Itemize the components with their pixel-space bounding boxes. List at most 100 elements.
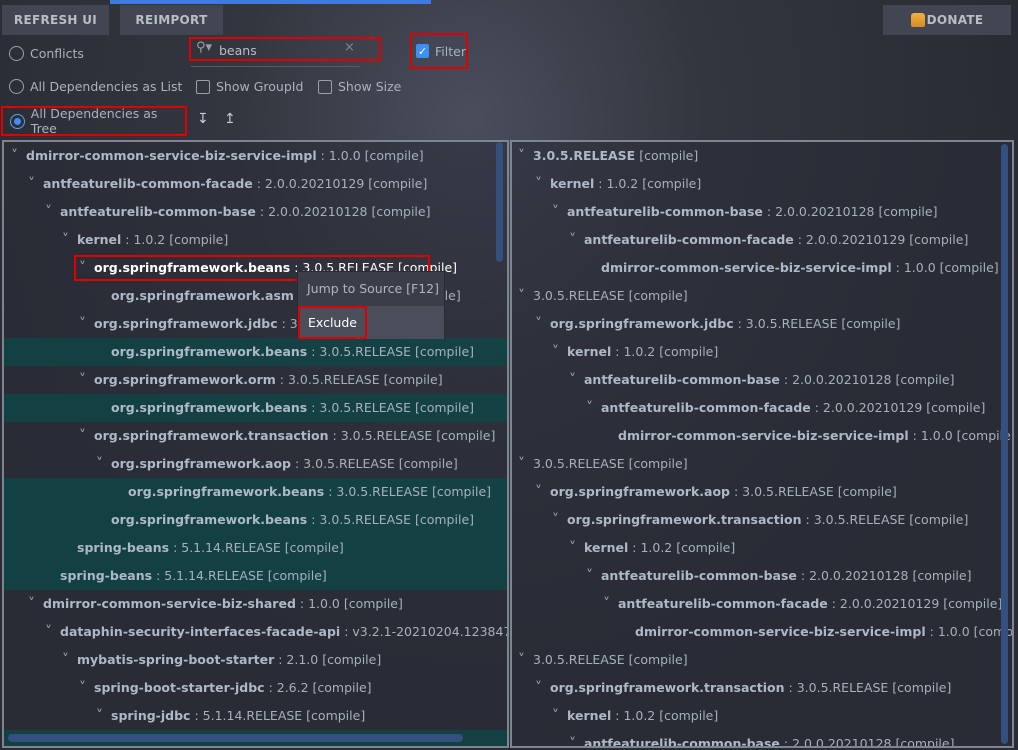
donate-button[interactable]: DONATE xyxy=(883,5,1011,35)
tree-row[interactable]: ˅ 3.0.5.RELEASE [compile] xyxy=(512,142,1012,170)
chevron-down-icon[interactable]: ˅ xyxy=(569,730,576,746)
chevron-down-icon[interactable]: ˅ xyxy=(79,310,86,338)
tree-row[interactable]: ˅ org.springframework.transaction : 3.0.5… xyxy=(512,506,1012,534)
tree-row[interactable]: dmirror-common-service-biz-service-impl … xyxy=(512,618,1012,646)
chevron-down-icon[interactable]: ˅ xyxy=(586,394,593,422)
tree-row[interactable]: ˅ kernel : 1.0.2 [compile] xyxy=(4,226,507,254)
tree-row[interactable]: ˅ org.springframework.orm : 3.0.5.RELEASE… xyxy=(4,366,507,394)
collapse-all-icon[interactable]: ↥ xyxy=(224,111,236,127)
reverse-tree-panel[interactable]: ˅ antfeaturelib-common-base : 2.0.0.20210… xyxy=(510,140,1014,748)
tree-row[interactable]: ˅ kernel : 1.0.2 [compile] xyxy=(512,534,1012,562)
artifact-version: : 1.0.2 [compile] xyxy=(125,232,229,247)
chevron-down-icon[interactable]: ˅ xyxy=(96,450,103,478)
tree-row[interactable]: org.springframework.beans : 3.0.5.RELEAS… xyxy=(4,338,507,366)
tree-row[interactable]: org.springframework.beans : 3.0.5.RELEAS… xyxy=(4,478,507,506)
tree-row[interactable]: ˅ dmirror-common-service-biz-shared : 1.0… xyxy=(4,590,507,618)
expand-all-icon[interactable]: ↧ xyxy=(197,111,209,127)
tree-row[interactable]: ˅ org.springframework.transaction : 3.0.5… xyxy=(4,422,507,450)
tree-row[interactable]: ˅ antfeaturelib-common-base : 2.0.0.20210… xyxy=(512,730,1012,746)
tree-row[interactable]: ˅ antfeaturelib-common-facade : 2.0.0.202… xyxy=(4,170,507,198)
artifact-version: : 3.0.5.RELEASE [compile] xyxy=(737,316,901,331)
tree-row[interactable]: ˅ 3.0.5.RELEASE [compile] xyxy=(512,646,1012,674)
tree-row[interactable]: ˅ kernel : 1.0.2 [compile] xyxy=(512,702,1012,730)
tree-row[interactable]: org.springframework.beans : 3.0.5.RELEAS… xyxy=(4,506,507,534)
reimport-button[interactable]: REIMPORT xyxy=(120,5,223,35)
tree-row[interactable]: spring-beans : 5.1.14.RELEASE [compile] xyxy=(4,534,507,562)
chevron-down-icon[interactable]: ˅ xyxy=(518,646,525,674)
tree-row[interactable]: ˅ org.springframework.transaction : 3.0.5… xyxy=(512,674,1012,702)
chevron-down-icon[interactable]: ˅ xyxy=(79,422,86,450)
chevron-down-icon[interactable]: ˅ xyxy=(552,506,559,534)
menu-item-exclude[interactable]: Exclude xyxy=(298,306,367,339)
tree-row[interactable]: ˅ antfeaturelib-common-base : 2.0.0.20210… xyxy=(4,198,507,226)
artifact-name: spring-boot-starter-jdbc xyxy=(94,680,265,695)
tree-row[interactable]: ˅ antfeaturelib-common-facade : 2.0.0.202… xyxy=(512,590,1012,618)
chevron-down-icon[interactable]: ˅ xyxy=(518,282,525,310)
chevron-down-icon[interactable]: ˅ xyxy=(518,142,525,170)
chevron-down-icon[interactable]: ˅ xyxy=(535,310,542,338)
search-field[interactable]: ⚲▾ × xyxy=(189,37,381,61)
chevron-down-icon[interactable]: ˅ xyxy=(28,590,35,618)
chevron-down-icon[interactable]: ˅ xyxy=(535,478,542,506)
chevron-down-icon[interactable]: ˅ xyxy=(535,170,542,198)
chevron-down-icon[interactable]: ˅ xyxy=(552,198,559,226)
tree-row[interactable]: ˅ antfeaturelib-common-base : 2.0.0.20210… xyxy=(512,562,1012,590)
tree-row[interactable]: ˅ spring-boot-starter-jdbc : 2.6.2 [compi… xyxy=(4,674,507,702)
artifact-version: : 3.0.5.RELEASE [compile] xyxy=(328,484,492,499)
search-input[interactable] xyxy=(219,41,359,59)
tree-row[interactable]: ˅ kernel : 1.0.2 [compile] xyxy=(512,338,1012,366)
tree-row[interactable]: ˅ org.springframework.aop : 3.0.5.RELEASE… xyxy=(4,450,507,478)
chevron-down-icon[interactable]: ˅ xyxy=(79,674,86,702)
chevron-down-icon[interactable]: ˅ xyxy=(28,170,35,198)
tree-row[interactable]: ˅ 3.0.5.RELEASE [compile] xyxy=(512,282,1012,310)
show-size-checkbox[interactable]: Show Size xyxy=(318,79,401,94)
horizontal-scrollbar[interactable] xyxy=(8,734,463,742)
chevron-down-icon[interactable]: ˅ xyxy=(518,450,525,478)
tree-row[interactable]: spring-beans : 5.1.14.RELEASE [compile] xyxy=(4,562,507,590)
refresh-ui-button[interactable]: REFRESH UI xyxy=(2,5,109,35)
chevron-down-icon[interactable]: ˅ xyxy=(62,646,69,674)
chevron-down-icon[interactable]: ˅ xyxy=(535,674,542,702)
chevron-down-icon[interactable]: ˅ xyxy=(569,226,576,254)
tree-row[interactable]: ˅ dataphin-security-interfaces-facade-api… xyxy=(4,618,507,646)
radio-conflicts[interactable]: Conflicts xyxy=(9,46,84,61)
tree-row[interactable]: ˅ org.springframework.aop : 3.0.5.RELEASE… xyxy=(512,478,1012,506)
chevron-down-icon[interactable]: ˅ xyxy=(569,534,576,562)
tree-row[interactable]: ˅ antfeaturelib-common-facade : 2.0.0.202… xyxy=(512,394,1012,422)
dependency-tree-panel[interactable]: ˅ spring-jdbc : 5.1.14.RELEASE [compile] ˅… xyxy=(2,140,509,748)
filter-checkbox[interactable]: ✓ Filter xyxy=(410,33,468,69)
menu-item-jump-to-source[interactable]: Jump to Source [F12] xyxy=(298,272,444,306)
vertical-scrollbar[interactable] xyxy=(1001,144,1008,744)
tree-row[interactable]: ˅ antfeaturelib-common-base : 2.0.0.20210… xyxy=(512,366,1012,394)
row-text: antfeaturelib-common-base : 2.0.0.202101… xyxy=(584,730,954,746)
tree-row[interactable]: ˅ kernel : 1.0.2 [compile] xyxy=(512,170,1012,198)
chevron-down-icon[interactable]: ˅ xyxy=(552,702,559,730)
clear-search-icon[interactable]: × xyxy=(344,40,355,55)
tree-row[interactable]: ˅ mybatis-spring-boot-starter : 2.1.0 [co… xyxy=(4,646,507,674)
tree-row[interactable]: ˅ spring-jdbc : 5.1.14.RELEASE [compile] xyxy=(4,702,507,730)
radio-all-dependencies-list[interactable]: All Dependencies as List xyxy=(9,79,182,94)
tree-row[interactable]: ˅ org.springframework.jdbc : 3.0.5.RELEAS… xyxy=(512,310,1012,338)
radio-all-dependencies-tree[interactable]: All Dependencies as Tree xyxy=(1,106,187,136)
chevron-down-icon[interactable]: ˅ xyxy=(62,226,69,254)
chevron-down-icon[interactable]: ˅ xyxy=(45,198,52,226)
artifact-version: : 3.0.5.RELEASE [compile] xyxy=(788,680,952,695)
show-groupid-checkbox[interactable]: Show GroupId xyxy=(196,79,303,94)
chevron-down-icon[interactable]: ˅ xyxy=(603,590,610,618)
tree-row[interactable]: ˅ antfeaturelib-common-facade : 2.0.0.202… xyxy=(512,226,1012,254)
tree-row[interactable]: dmirror-common-service-biz-service-impl … xyxy=(512,422,1012,450)
chevron-down-icon[interactable]: ˅ xyxy=(552,338,559,366)
chevron-down-icon[interactable]: ˅ xyxy=(79,366,86,394)
tree-row[interactable]: org.springframework.beans : 3.0.5.RELEAS… xyxy=(4,394,507,422)
tree-row[interactable]: ˅ 3.0.5.RELEASE [compile] xyxy=(512,450,1012,478)
chevron-down-icon[interactable]: ˅ xyxy=(11,142,18,170)
chevron-down-icon[interactable]: ˅ xyxy=(45,618,52,646)
chevron-down-icon[interactable]: ˅ xyxy=(569,366,576,394)
tree-row[interactable]: ˅ dmirror-common-service-biz-service-impl… xyxy=(4,142,507,170)
artifact-version: [compile] xyxy=(639,148,699,163)
vertical-scrollbar[interactable] xyxy=(496,142,503,262)
tree-row[interactable]: dmirror-common-service-biz-service-impl … xyxy=(512,254,1012,282)
tree-row[interactable]: ˅ antfeaturelib-common-base : 2.0.0.20210… xyxy=(512,198,1012,226)
chevron-down-icon[interactable]: ˅ xyxy=(586,562,593,590)
chevron-down-icon[interactable]: ˅ xyxy=(96,702,103,730)
